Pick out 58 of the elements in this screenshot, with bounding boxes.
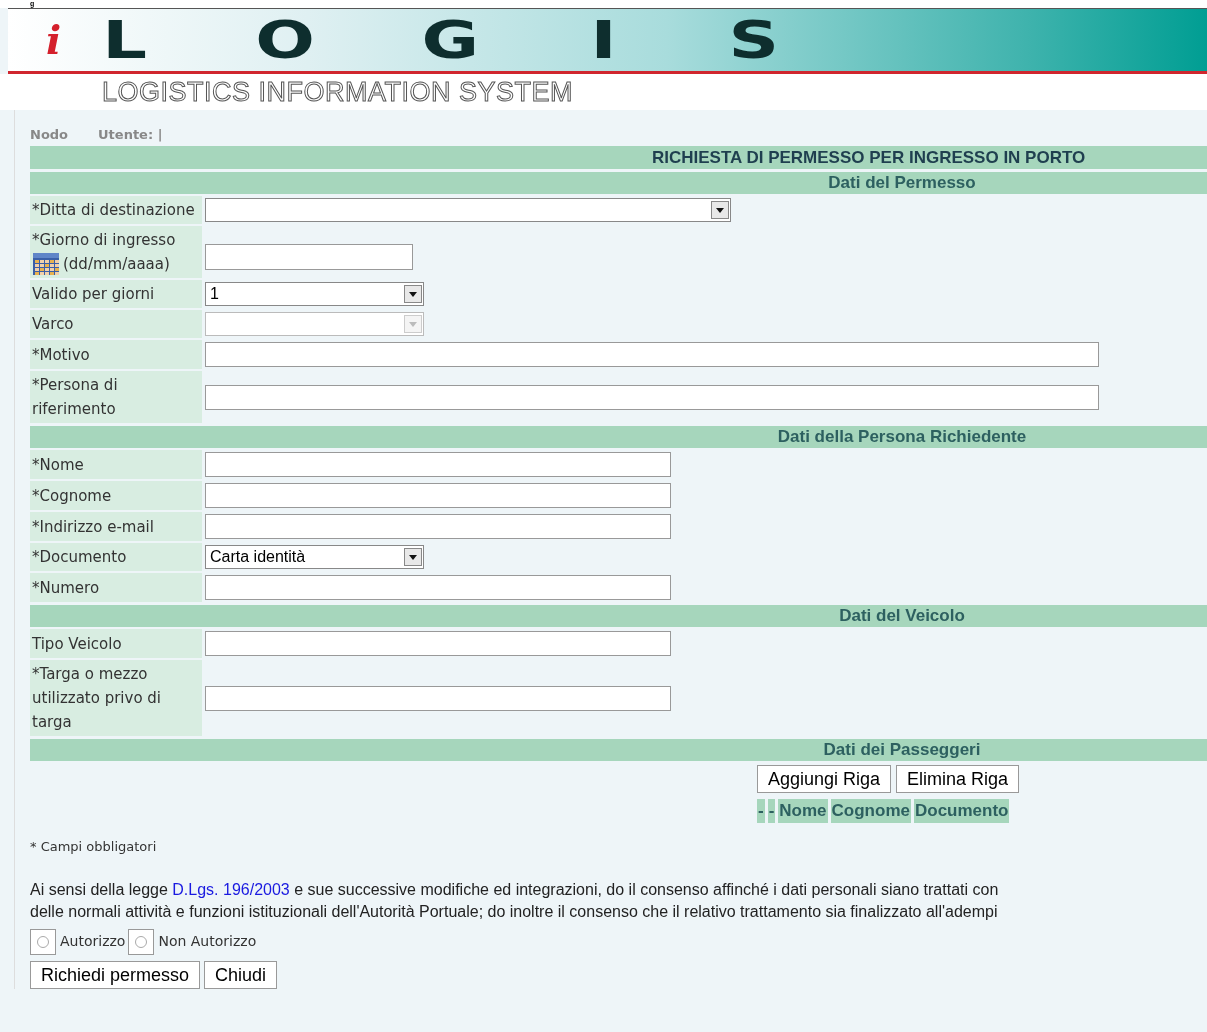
field-label: Valido per giorni [32,284,155,305]
radio-label: Non Autorizzo [158,932,257,951]
text-field[interactable] [205,685,671,711]
logo-letter: O [255,14,316,66]
field-label: *Nome [32,454,84,476]
dropdown-value: 1 [210,284,219,304]
form-title: RICHIESTA DI PERMESSO PER INGRESSO IN PORTO [30,146,1207,169]
field-label: *Persona di riferimento [32,375,119,420]
field-label: *Motivo [32,344,90,366]
column-header: - [767,799,776,823]
dropdown[interactable]: Carta identità [205,545,424,569]
field-label: *Indirizzo e-mail [32,516,154,538]
column-header: Nome [778,799,828,823]
text-field[interactable] [205,631,671,656]
section-heading: Dati dei Passeggeri [30,739,1207,761]
logo-letter: I [590,14,617,66]
section-heading: Dati della Persona Richiedente [30,426,1207,448]
field-label: *Numero [32,577,100,599]
radio-button[interactable] [37,935,49,948]
table-action-button[interactable]: Elimina Riga [896,765,1020,793]
radio-label: Autorizzo [60,932,126,951]
field-label: Tipo Veicolo [32,633,122,655]
dropdown-value: Carta identità [210,547,306,567]
text-field[interactable] [205,575,671,600]
text-field[interactable] [205,452,671,477]
calendar-icon[interactable] [32,252,60,276]
node-label: Nodo [30,125,69,144]
text-field[interactable] [205,514,671,539]
logo-letter: G [421,14,480,66]
column-header: Documento [913,799,1010,823]
field-label: *Ditta di destinazione [32,200,195,221]
user-label: Utente: | [98,125,163,144]
section-heading: Dati del Permesso [30,172,1207,194]
date-format-hint: (dd/mm/aaaa) [63,254,170,275]
logo-mark: i [46,15,63,65]
field-label: *Cognome [32,485,112,507]
field-label: Varco [32,314,74,335]
law-link[interactable]: D.Lgs. 196/2003 [172,880,290,898]
column-header: - [757,799,765,823]
table-action-button[interactable]: Aggiungi Riga [757,765,892,793]
text-field[interactable] [205,384,1099,410]
column-header: Cognome [830,799,911,823]
dropdown[interactable]: 1 [205,282,424,306]
consent-text: Ai sensi della legge D.Lgs. 196/2003 e sue successive modifiche ed integrazioni, do il consenso affinché i dati personali siano trattati con delle normali attività e funzioni istituzionali dell'Autorità Portuale; do inoltre il consenso che il relativo trattamento sia finalizzato all'adempi [30,879,1000,922]
form-button[interactable]: Richiedi permesso [30,960,201,989]
field-label: *Targa o mezzo utilizzato privo di targa [32,664,163,733]
required-note: * Campi obbligatori [30,838,158,856]
logo-subtitle: LOGISTICS INFORMATION SYSTEM [102,77,574,107]
logo-letter: S [728,14,780,66]
date-field[interactable] [205,244,413,270]
section-heading: Dati del Veicolo [30,605,1207,627]
field-label: *Giorno di ingresso [32,230,176,251]
text-field[interactable] [205,342,1099,367]
form-button[interactable]: Chiudi [204,960,278,989]
logo-letter: L [102,14,147,66]
text-field[interactable] [205,483,671,508]
field-label: *Documento [32,547,127,568]
radio-button[interactable] [135,935,148,948]
